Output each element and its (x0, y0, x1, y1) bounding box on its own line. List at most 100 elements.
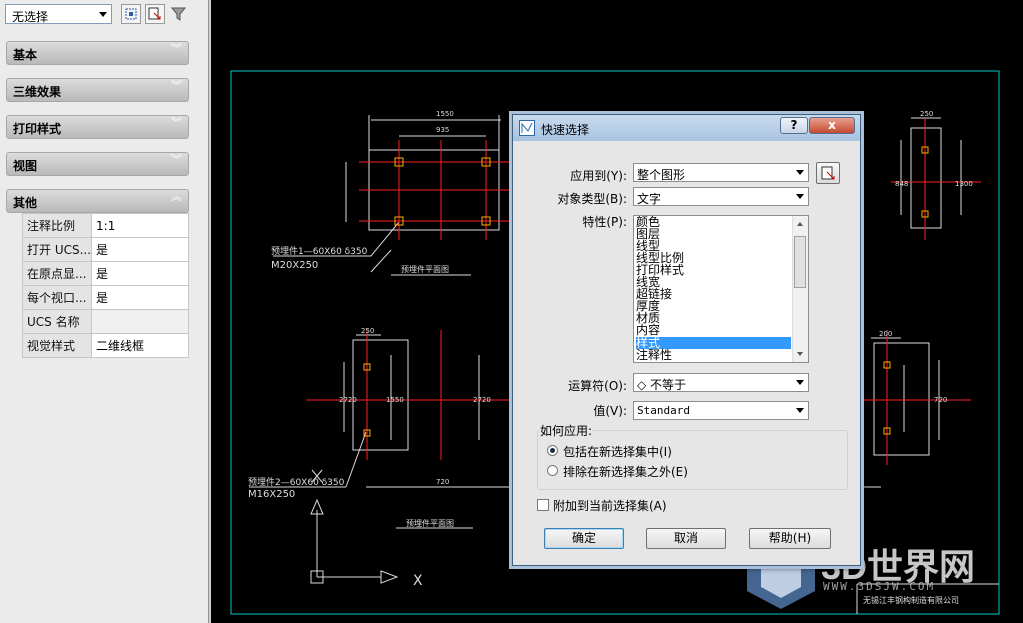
value-label: 值(V): (593, 404, 627, 418)
property-value[interactable]: 是 (91, 261, 189, 286)
dim-text: 1550 (436, 110, 454, 118)
embed-note: M20X250 (271, 260, 318, 271)
plan-title: 预埋件平面图 (406, 518, 454, 528)
double-chevron-down-icon: ︾ (171, 79, 182, 92)
how-to-apply-group (537, 430, 848, 490)
properties-listbox[interactable]: 颜色 图层 线型 线型比例 打印样式 线宽 超链接 厚度 材质 内容 样式 注释… (633, 215, 809, 363)
property-value[interactable]: 二维线框 (91, 333, 189, 358)
chevron-down-icon (796, 408, 804, 413)
section-label: 三维效果 (13, 85, 62, 99)
section-basic[interactable]: 基本 ︾ (6, 41, 189, 65)
help-button[interactable]: 帮助(H) (749, 528, 831, 549)
property-value[interactable]: 是 (91, 237, 189, 262)
object-type-label: 对象类型(B): (557, 192, 627, 206)
list-item[interactable]: 注释性 (636, 349, 791, 361)
embed-note: 预埋件2—60X60 δ350 (248, 476, 345, 488)
list-scrollbar[interactable] (792, 216, 808, 362)
selection-value: 无选择 (12, 10, 49, 24)
dialog-title: 快速选择 (541, 123, 590, 137)
scroll-thumb[interactable] (794, 236, 806, 288)
select-objects-button[interactable] (145, 4, 165, 24)
property-row[interactable]: 在原点显... 是 (21, 261, 189, 286)
dim-text: 2720 (339, 396, 357, 404)
apply-to-dropdown[interactable]: 整个图形 (633, 163, 809, 182)
section-label: 视图 (13, 159, 38, 173)
append-checkbox-label[interactable]: 附加到当前选择集(A) (553, 497, 667, 514)
list-item[interactable]: 内容 (636, 324, 791, 336)
cancel-button[interactable]: 取消 (646, 528, 726, 549)
how-to-apply-title: 如何应用: (539, 422, 594, 439)
properties-palette: 无选择 基本 ︾ 三维效果 ︾ 打印样式 ︾ 视图 ︾ 其他 ︽ 注释比例 1:1… (0, 0, 209, 623)
property-key: 视觉样式 (21, 333, 93, 358)
embed-note: 预埋件1—60X60 δ350 (271, 245, 368, 257)
dim-text: 1300 (955, 180, 973, 188)
toggle-pickadd-button[interactable] (121, 4, 141, 24)
property-key: 在原点显... (21, 261, 93, 286)
watermark-url: WWW.3DSJW.COM (823, 580, 936, 593)
include-radio-label[interactable]: 包括在新选择集中(I) (563, 443, 672, 460)
ucs-x-label: X (413, 573, 423, 589)
quick-select-button[interactable] (169, 4, 189, 24)
operator-dropdown[interactable]: ◇ 不等于 (633, 373, 809, 392)
property-row[interactable]: 每个视口... 是 (21, 285, 189, 310)
plan-title: 预埋件平面图 (401, 264, 449, 274)
append-checkbox[interactable] (537, 499, 549, 511)
value-dropdown[interactable]: Standard (633, 401, 809, 420)
dim-text: 2720 (473, 396, 491, 404)
dialog-titlebar[interactable]: 快速选择 ? x (513, 115, 860, 141)
property-row[interactable]: 打开 UCS... 是 (21, 237, 189, 262)
quick-select-dialog: 快速选择 ? x 应用到(Y): 整个图形 对象类型(B): 文字 特性(P):… (512, 114, 861, 566)
section-3d-effects[interactable]: 三维效果 ︾ (6, 78, 189, 102)
leader (370, 249, 392, 273)
double-chevron-down-icon: ︾ (171, 42, 182, 55)
property-key: UCS 名称 (21, 309, 93, 334)
leader (345, 431, 367, 488)
property-value[interactable]: 1:1 (91, 213, 189, 238)
select-objects-button[interactable] (816, 162, 840, 184)
dim-text: 250 (361, 327, 374, 335)
company-name: 无锡江丰钢构制造有限公司 (863, 595, 959, 605)
quick-select-icon (171, 7, 187, 21)
selection-dropdown[interactable]: 无选择 (5, 4, 112, 24)
section-view[interactable]: 视图 ︾ (6, 152, 189, 176)
section-label: 打印样式 (13, 122, 62, 136)
section-plot-style[interactable]: 打印样式 ︾ (6, 115, 189, 139)
property-key: 打开 UCS... (21, 237, 93, 262)
property-row[interactable]: 视觉样式 二维线框 (21, 333, 189, 358)
scroll-down-icon[interactable] (797, 352, 803, 356)
properties-label: 特性(P): (582, 215, 627, 229)
property-key: 每个视口... (21, 285, 93, 310)
plate-outline (873, 342, 930, 456)
property-value[interactable]: 是 (91, 285, 189, 310)
app-icon (519, 120, 535, 136)
dim-text: 200 (879, 330, 892, 338)
leader (370, 221, 400, 257)
operator-label: 运算符(O): (568, 379, 627, 393)
operator-value: ◇ 不等于 (637, 378, 687, 392)
property-row[interactable]: 注释比例 1:1 (21, 213, 189, 238)
close-button[interactable]: x (809, 117, 855, 134)
dim-text: 935 (436, 126, 449, 134)
double-chevron-down-icon: ︾ (171, 116, 182, 129)
apply-to-label: 应用到(Y): (570, 169, 627, 183)
toggle-pickadd-icon (125, 8, 137, 20)
context-help-button[interactable]: ? (780, 117, 808, 134)
select-objects-icon (821, 166, 835, 180)
exclude-radio-label[interactable]: 排除在新选择集之外(E) (563, 463, 688, 480)
property-grid: 注释比例 1:1 打开 UCS... 是 在原点显... 是 每个视口... 是 UCS… (21, 213, 189, 358)
embed-note: M16X250 (248, 489, 295, 500)
property-key: 注释比例 (21, 213, 93, 238)
property-value[interactable] (91, 309, 189, 334)
plate-outline (910, 127, 942, 229)
ok-button[interactable]: 确定 (544, 528, 624, 549)
select-objects-icon (148, 7, 161, 20)
section-misc[interactable]: 其他 ︽ (6, 189, 189, 213)
object-type-dropdown[interactable]: 文字 (633, 187, 809, 206)
scroll-up-icon[interactable] (797, 222, 803, 226)
section-label: 基本 (13, 48, 38, 62)
property-row[interactable]: UCS 名称 (21, 309, 189, 334)
chevron-down-icon (99, 12, 107, 17)
exclude-radio[interactable] (547, 465, 558, 476)
include-radio[interactable] (547, 445, 558, 456)
dim-text: 720 (436, 478, 449, 486)
